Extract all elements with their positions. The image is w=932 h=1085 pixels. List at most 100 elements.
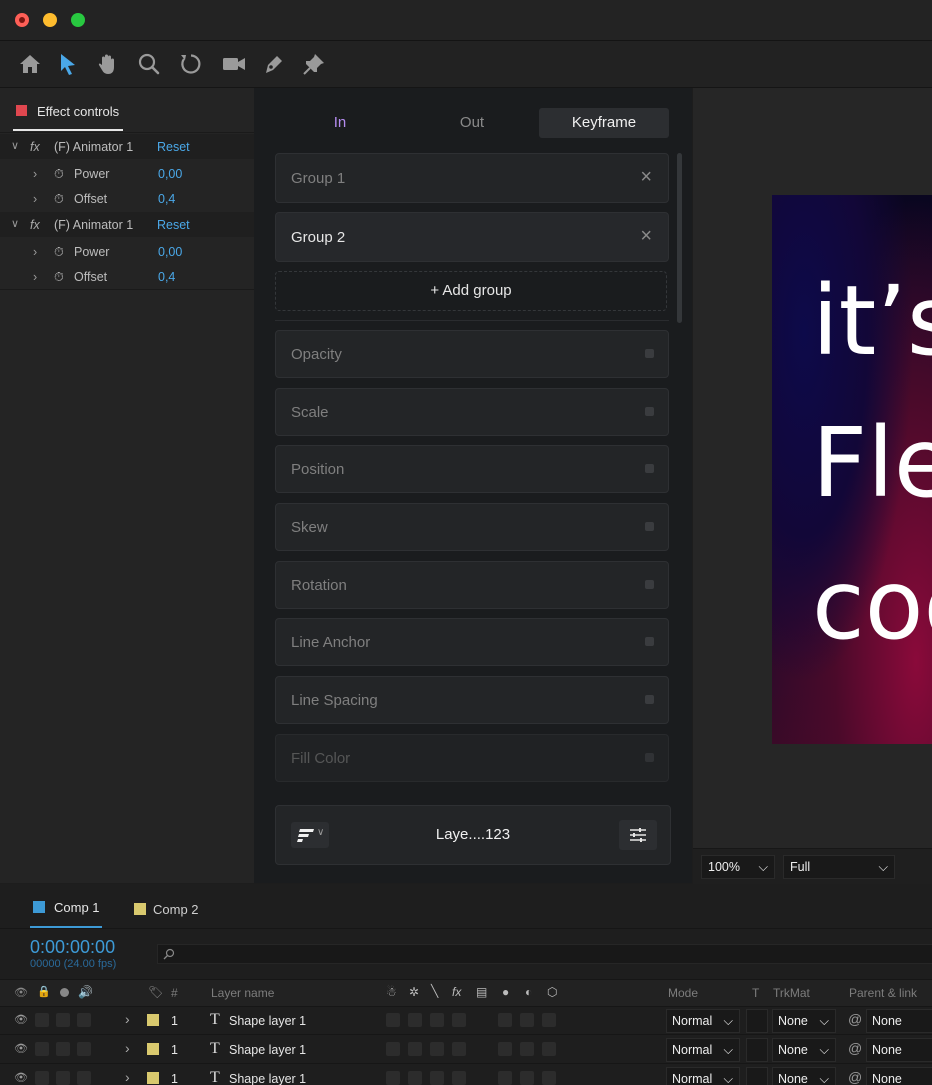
zoom-dropdown[interactable]: 100% ⌵ — [701, 855, 775, 879]
composition-canvas[interactable]: it’s Fle coo — [772, 195, 932, 744]
collapse-icon[interactable]: ✲ — [409, 985, 419, 999]
pin-icon[interactable] — [301, 51, 327, 77]
timecode[interactable]: 0:00:00:00 — [30, 937, 115, 958]
property-value[interactable]: 0,4 — [158, 192, 175, 206]
pickwhip-icon[interactable]: @ — [848, 1011, 862, 1027]
reset-link[interactable]: Reset — [157, 218, 190, 232]
stopwatch-icon[interactable]: ⏱ — [54, 192, 64, 207]
resolution-dropdown[interactable]: Full ⌵ — [783, 855, 895, 879]
column-layer-name[interactable]: Layer name — [211, 986, 274, 1000]
keyframe-toggle[interactable] — [645, 407, 654, 416]
audio-toggle[interactable] — [77, 1071, 91, 1085]
scrollbar-thumb[interactable] — [677, 153, 682, 323]
switch[interactable] — [520, 1042, 534, 1056]
property-value[interactable]: 0,4 — [158, 270, 175, 284]
keyframe-toggle[interactable] — [645, 695, 654, 704]
switch[interactable] — [542, 1013, 556, 1027]
audio-toggle[interactable] — [77, 1042, 91, 1056]
switch[interactable] — [498, 1042, 512, 1056]
effects-fx-icon[interactable]: fx — [452, 985, 461, 999]
preserve-transparency-toggle[interactable] — [746, 1009, 768, 1033]
frame-blend-icon[interactable]: ▤ — [476, 985, 487, 999]
switch[interactable] — [430, 1071, 444, 1085]
switch[interactable] — [408, 1042, 422, 1056]
effect-row-animator[interactable]: ∨ fx (F) Animator 1 Reset — [0, 134, 254, 159]
add-group-button[interactable]: + Add group — [275, 271, 667, 311]
property-card-scale[interactable]: Scale — [275, 388, 669, 436]
keyframe-toggle[interactable] — [645, 349, 654, 358]
chevron-down-icon[interactable]: ∨ — [11, 139, 19, 152]
home-icon[interactable] — [17, 51, 43, 77]
reset-link[interactable]: Reset — [157, 140, 190, 154]
group-card[interactable]: Group 2 × — [275, 212, 669, 262]
lock-toggle[interactable] — [35, 1013, 49, 1027]
logo-dropdown[interactable]: ∨ — [291, 822, 329, 848]
close-icon[interactable]: × — [640, 166, 652, 189]
mode-dropdown[interactable]: Normal ⌵ — [666, 1009, 740, 1033]
solo-toggle[interactable] — [56, 1071, 70, 1085]
switch[interactable] — [430, 1013, 444, 1027]
minimize-window-button[interactable] — [43, 13, 57, 27]
switch[interactable] — [542, 1042, 556, 1056]
switch[interactable] — [386, 1042, 400, 1056]
preserve-transparency-toggle[interactable] — [746, 1067, 768, 1085]
parent-dropdown[interactable]: None — [866, 1038, 932, 1062]
audio-toggle[interactable] — [77, 1013, 91, 1027]
selection-arrow-icon[interactable] — [55, 51, 81, 77]
effect-property-row[interactable]: › ⏱ Offset 0,4 — [0, 264, 254, 290]
label-color-swatch[interactable] — [147, 1014, 159, 1026]
3d-layer-icon[interactable]: ⬡ — [547, 985, 557, 999]
solo-toggle[interactable] — [56, 1042, 70, 1056]
close-window-button[interactable] — [15, 13, 29, 27]
zoom-icon[interactable] — [136, 51, 162, 77]
switch[interactable] — [498, 1071, 512, 1085]
tab-comp-2[interactable]: Comp 2 — [133, 884, 233, 928]
rotate-icon[interactable] — [178, 51, 204, 77]
keyframe-toggle[interactable] — [645, 580, 654, 589]
lock-toggle[interactable] — [35, 1042, 49, 1056]
chevron-right-icon[interactable]: › — [125, 1011, 130, 1027]
switch[interactable] — [430, 1042, 444, 1056]
adjustment-layer-icon[interactable]: ◐ — [525, 985, 532, 999]
eye-icon[interactable]: 👁 — [14, 1071, 28, 1084]
property-value[interactable]: 0,00 — [158, 167, 182, 181]
chevron-down-icon[interactable]: ∨ — [11, 217, 19, 230]
switch[interactable] — [520, 1071, 534, 1085]
property-card-position[interactable]: Position — [275, 445, 669, 493]
property-card-fill-color[interactable]: Fill Color — [275, 734, 669, 782]
switch[interactable] — [452, 1013, 466, 1027]
eye-icon[interactable]: 👁 — [14, 986, 28, 999]
trkmat-dropdown[interactable]: None ⌵ — [772, 1009, 836, 1033]
layer-row[interactable]: 👁 › 1 T Shape layer 1 Normal ⌵ None ⌵ @ No… — [0, 1006, 932, 1035]
layer-row[interactable]: 👁 › 1 T Shape layer 1 Normal ⌵ None ⌵ @ No… — [0, 1035, 932, 1064]
shy-icon[interactable]: ☃ — [386, 985, 397, 999]
zoom-window-button[interactable] — [71, 13, 85, 27]
effect-row-animator[interactable]: ∨ fx (F) Animator 1 Reset — [0, 212, 254, 237]
camera-icon[interactable] — [221, 51, 247, 77]
switch[interactable] — [408, 1071, 422, 1085]
pickwhip-icon[interactable]: @ — [848, 1069, 862, 1085]
chevron-right-icon[interactable]: › — [33, 270, 37, 284]
property-card-line-spacing[interactable]: Line Spacing — [275, 676, 669, 724]
trkmat-dropdown[interactable]: None ⌵ — [772, 1038, 836, 1062]
parent-dropdown[interactable]: None — [866, 1067, 932, 1085]
switch[interactable] — [520, 1013, 534, 1027]
switch[interactable] — [498, 1013, 512, 1027]
keyframe-toggle[interactable] — [645, 464, 654, 473]
eye-icon[interactable]: 👁 — [14, 1042, 28, 1055]
effect-property-row[interactable]: › ⏱ Power 0,00 — [0, 239, 254, 264]
settings-button[interactable] — [619, 820, 657, 850]
tab-in[interactable]: In — [275, 108, 405, 138]
motion-blur-icon[interactable]: ● — [502, 985, 509, 999]
eye-icon[interactable]: 👁 — [14, 1013, 28, 1026]
switch[interactable] — [386, 1071, 400, 1085]
property-value[interactable]: 0,00 — [158, 245, 182, 259]
chevron-right-icon[interactable]: › — [33, 167, 37, 181]
tab-comp-1[interactable]: Comp 1 — [30, 884, 130, 928]
chevron-right-icon[interactable]: › — [125, 1069, 130, 1085]
solo-toggle[interactable] — [56, 1013, 70, 1027]
label-tag-icon[interactable]: 🏷 — [148, 985, 163, 999]
tab-effect-controls[interactable]: Effect controls — [0, 88, 254, 133]
preserve-transparency-toggle[interactable] — [746, 1038, 768, 1062]
lock-icon[interactable]: 🔒 — [37, 985, 51, 998]
